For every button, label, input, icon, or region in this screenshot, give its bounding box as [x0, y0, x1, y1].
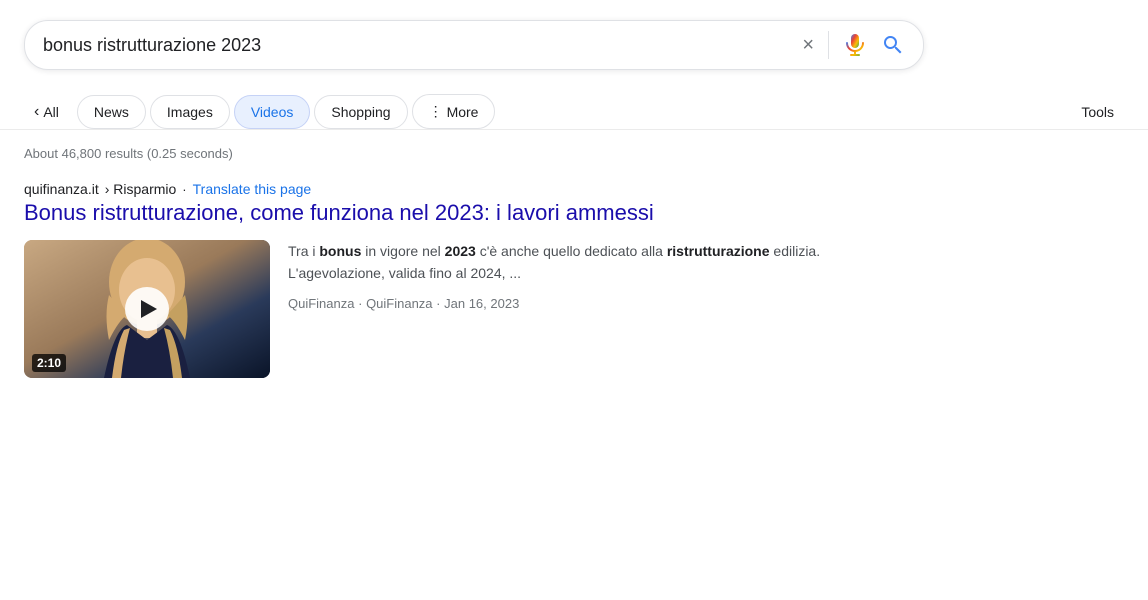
play-button[interactable] — [125, 287, 169, 331]
snippet-bold-ristrutturazione: ristrutturazione — [667, 243, 770, 259]
all-tab[interactable]: ‹ All — [24, 95, 69, 129]
result-separator: · — [182, 182, 186, 197]
result-meta: QuiFinanza · QuiFinanza · Jan 16, 2023 — [288, 294, 884, 315]
snippet-text-3: c'è anche quello dedicato alla — [476, 243, 667, 259]
results-count: About 46,800 results (0.25 seconds) — [24, 146, 1124, 161]
more-dots-icon: ⋮ — [429, 103, 443, 120]
play-triangle-icon — [141, 300, 157, 318]
filter-tabs: ‹ All News Images Videos Shopping ⋮ More… — [0, 86, 1148, 130]
result-snippet: Tra i bonus in vigore nel 2023 c'è anche… — [288, 240, 884, 378]
search-input[interactable] — [43, 35, 792, 56]
tab-videos[interactable]: Videos — [234, 95, 311, 129]
video-thumbnail[interactable]: 2:10 — [24, 240, 270, 378]
search-icons: × — [802, 31, 905, 59]
result-date: Jan 16, 2023 — [444, 296, 519, 311]
snippet-text-1: Tra i — [288, 243, 319, 259]
result-domain: quifinanza.it — [24, 181, 99, 197]
translate-link[interactable]: Translate this page — [193, 181, 312, 197]
search-bar: × — [24, 20, 924, 70]
more-tab-label: More — [447, 104, 479, 120]
result-source: quifinanza.it › Risparmio · Translate th… — [24, 181, 884, 197]
results-area: About 46,800 results (0.25 seconds) quif… — [0, 130, 1148, 394]
tab-more[interactable]: ⋮ More — [412, 94, 496, 129]
snippet-bold-bonus: bonus — [319, 243, 361, 259]
search-button-icon[interactable] — [881, 33, 905, 57]
mic-icon[interactable] — [843, 33, 867, 57]
result-breadcrumb: › Risparmio — [105, 181, 177, 197]
result-meta-sep2: · — [436, 296, 444, 311]
search-divider — [828, 31, 829, 59]
search-bar-container: × — [0, 0, 1148, 86]
result-title[interactable]: Bonus ristrutturazione, come funziona ne… — [24, 199, 884, 228]
tools-button[interactable]: Tools — [1071, 96, 1124, 128]
back-arrow-icon: ‹ — [34, 103, 39, 121]
shopping-tab-label: Shopping — [331, 104, 390, 120]
result-publisher: QuiFinanza — [288, 296, 354, 311]
snippet-text-2: in vigore nel — [361, 243, 444, 259]
news-tab-label: News — [94, 104, 129, 120]
images-tab-label: Images — [167, 104, 213, 120]
tab-images[interactable]: Images — [150, 95, 230, 129]
video-duration: 2:10 — [32, 354, 66, 372]
all-tab-label: All — [43, 104, 59, 120]
tab-shopping[interactable]: Shopping — [314, 95, 407, 129]
clear-icon[interactable]: × — [802, 34, 814, 57]
search-result: quifinanza.it › Risparmio · Translate th… — [24, 181, 884, 378]
result-meta-sep1: · — [358, 296, 366, 311]
snippet-bold-year: 2023 — [445, 243, 476, 259]
result-body: 2:10 Tra i bonus in vigore nel 2023 c'è … — [24, 240, 884, 378]
result-source-name: QuiFinanza — [366, 296, 432, 311]
videos-tab-label: Videos — [251, 104, 294, 120]
tab-news[interactable]: News — [77, 95, 146, 129]
